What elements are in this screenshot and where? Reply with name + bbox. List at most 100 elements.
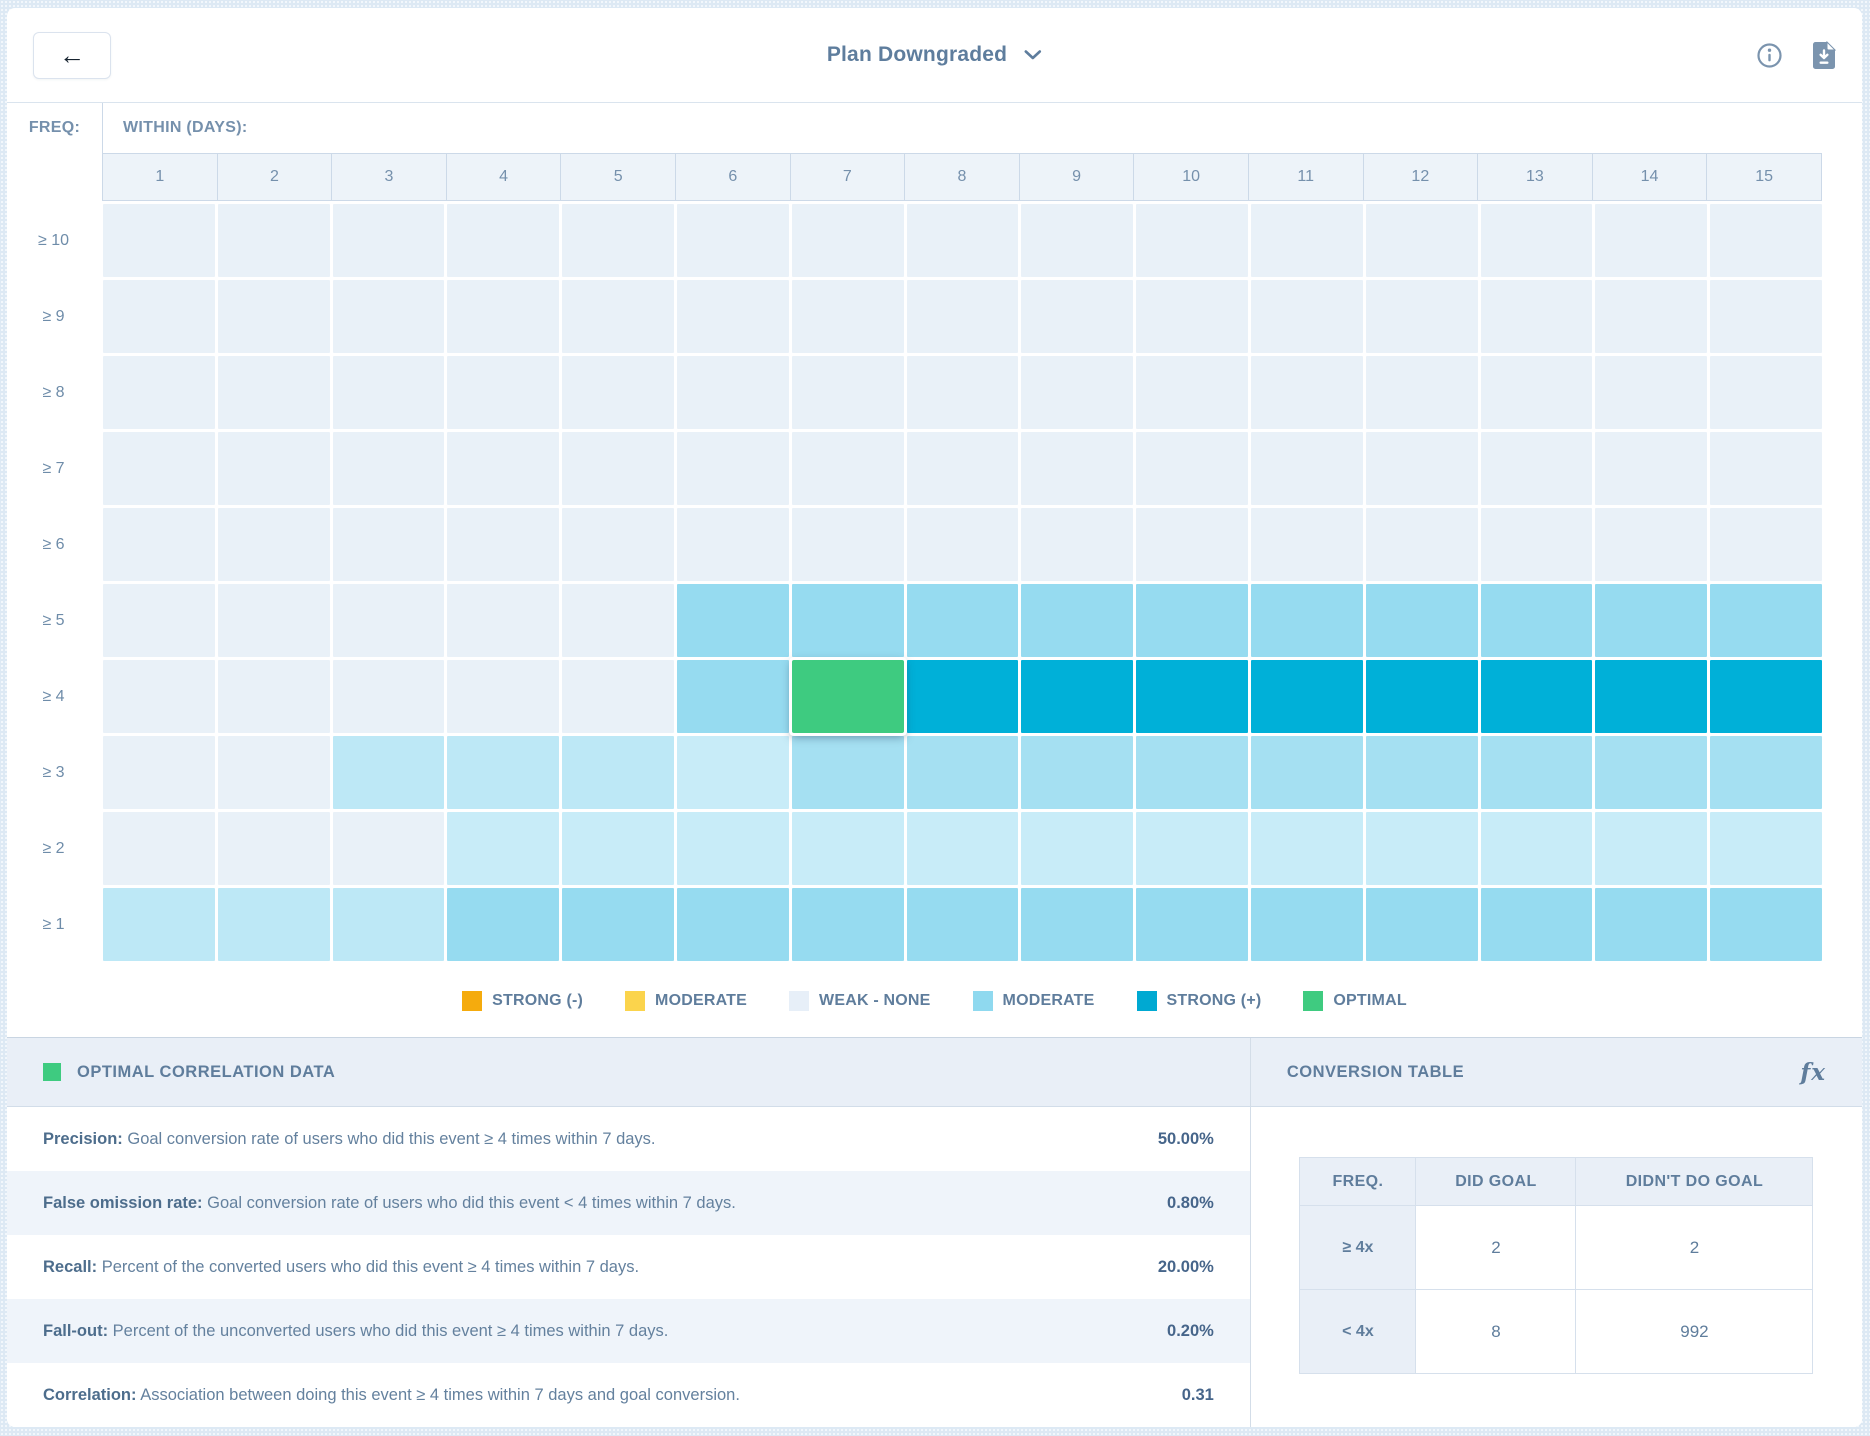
heatmap-cell[interactable] (218, 280, 330, 353)
heatmap-cell[interactable] (1136, 736, 1248, 809)
heatmap-cell[interactable] (1021, 432, 1133, 505)
heatmap-cell[interactable] (562, 432, 674, 505)
heatmap-cell[interactable] (1481, 508, 1593, 581)
heatmap-cell[interactable] (907, 812, 1019, 885)
heatmap-cell[interactable] (218, 888, 330, 961)
heatmap-cell[interactable] (792, 356, 904, 429)
heatmap-cell[interactable] (1366, 508, 1478, 581)
heatmap-cell[interactable] (907, 888, 1019, 961)
heatmap-cell[interactable] (103, 508, 215, 581)
heatmap-cell[interactable] (1251, 736, 1363, 809)
heatmap-cell[interactable] (562, 356, 674, 429)
heatmap-cell[interactable] (1366, 660, 1478, 733)
heatmap-cell[interactable] (218, 736, 330, 809)
heatmap-cell[interactable] (333, 736, 445, 809)
heatmap-cell[interactable] (1595, 432, 1707, 505)
heatmap-cell[interactable] (907, 280, 1019, 353)
heatmap-cell[interactable] (907, 204, 1019, 277)
heatmap-cell[interactable] (1595, 356, 1707, 429)
heatmap-cell[interactable] (677, 432, 789, 505)
heatmap-cell[interactable] (562, 280, 674, 353)
heatmap-cell[interactable] (1021, 584, 1133, 657)
heatmap-cell[interactable] (1595, 204, 1707, 277)
heatmap-cell[interactable] (562, 812, 674, 885)
heatmap-cell[interactable] (792, 812, 904, 885)
heatmap-cell[interactable] (1481, 660, 1593, 733)
heatmap-cell[interactable] (907, 584, 1019, 657)
heatmap-cell[interactable] (1136, 508, 1248, 581)
heatmap-cell[interactable] (1595, 584, 1707, 657)
heatmap-cell[interactable] (1481, 888, 1593, 961)
heatmap-cell[interactable] (1595, 508, 1707, 581)
heatmap-cell[interactable] (1021, 888, 1133, 961)
heatmap-cell[interactable] (677, 736, 789, 809)
heatmap-cell[interactable] (1366, 432, 1478, 505)
heatmap-cell[interactable] (1021, 508, 1133, 581)
heatmap-cell[interactable] (1481, 356, 1593, 429)
heatmap-cell[interactable] (1021, 204, 1133, 277)
heatmap-cell[interactable] (1710, 736, 1822, 809)
heatmap-cell[interactable] (1595, 280, 1707, 353)
heatmap-cell[interactable] (1021, 736, 1133, 809)
heatmap-cell[interactable] (1021, 356, 1133, 429)
heatmap-cell[interactable] (1251, 888, 1363, 961)
heatmap-cell[interactable] (1366, 584, 1478, 657)
heatmap-cell[interactable] (562, 508, 674, 581)
heatmap-cell[interactable] (562, 736, 674, 809)
heatmap-cell[interactable] (1481, 204, 1593, 277)
heatmap-cell[interactable] (1136, 888, 1248, 961)
heatmap-cell[interactable] (103, 356, 215, 429)
heatmap-cell[interactable] (1136, 204, 1248, 277)
heatmap-cell[interactable] (1710, 508, 1822, 581)
heatmap-cell[interactable] (1595, 812, 1707, 885)
heatmap-cell[interactable] (677, 508, 789, 581)
heatmap-cell[interactable] (1251, 356, 1363, 429)
heatmap-cell[interactable] (1595, 736, 1707, 809)
heatmap-cell[interactable] (792, 280, 904, 353)
heatmap-cell[interactable] (1710, 660, 1822, 733)
heatmap-cell[interactable] (218, 660, 330, 733)
heatmap-cell[interactable] (792, 736, 904, 809)
heatmap-cell[interactable] (1366, 812, 1478, 885)
heatmap-cell[interactable] (1710, 204, 1822, 277)
heatmap-cell[interactable] (447, 736, 559, 809)
heatmap-cell[interactable] (333, 356, 445, 429)
heatmap-cell[interactable] (1136, 812, 1248, 885)
heatmap-cell[interactable] (218, 584, 330, 657)
heatmap-cell[interactable] (103, 660, 215, 733)
heatmap-cell[interactable] (1366, 888, 1478, 961)
heatmap-cell[interactable] (447, 204, 559, 277)
heatmap-cell[interactable] (1366, 736, 1478, 809)
heatmap-cell[interactable] (562, 204, 674, 277)
heatmap-cell[interactable] (792, 584, 904, 657)
heatmap-cell[interactable] (1366, 356, 1478, 429)
heatmap-cell[interactable] (907, 432, 1019, 505)
heatmap-cell[interactable] (333, 508, 445, 581)
heatmap-cell[interactable] (1136, 584, 1248, 657)
heatmap-cell[interactable] (333, 660, 445, 733)
heatmap-cell[interactable] (1251, 204, 1363, 277)
heatmap-cell[interactable] (792, 508, 904, 581)
heatmap-cell[interactable] (218, 508, 330, 581)
heatmap-cell[interactable] (218, 432, 330, 505)
heatmap-cell[interactable] (1481, 812, 1593, 885)
formula-fx-icon[interactable]: fx (1800, 1059, 1826, 1086)
heatmap-cell[interactable] (447, 432, 559, 505)
heatmap-cell[interactable] (333, 812, 445, 885)
heatmap-cell[interactable] (1710, 584, 1822, 657)
heatmap-cell[interactable] (562, 888, 674, 961)
heatmap-cell[interactable] (1251, 660, 1363, 733)
heatmap-cell[interactable] (333, 584, 445, 657)
heatmap-cell[interactable] (1136, 660, 1248, 733)
heatmap-cell[interactable] (677, 660, 789, 733)
heatmap-cell[interactable] (333, 204, 445, 277)
heatmap-cell[interactable] (1710, 888, 1822, 961)
heatmap-cell[interactable] (1136, 356, 1248, 429)
heatmap-cell[interactable] (907, 660, 1019, 733)
heatmap-cell[interactable] (447, 812, 559, 885)
heatmap-cell[interactable] (1136, 432, 1248, 505)
heatmap-cell[interactable] (447, 280, 559, 353)
heatmap-cell[interactable] (677, 584, 789, 657)
heatmap-cell[interactable] (907, 736, 1019, 809)
back-button[interactable]: ← (33, 32, 111, 79)
